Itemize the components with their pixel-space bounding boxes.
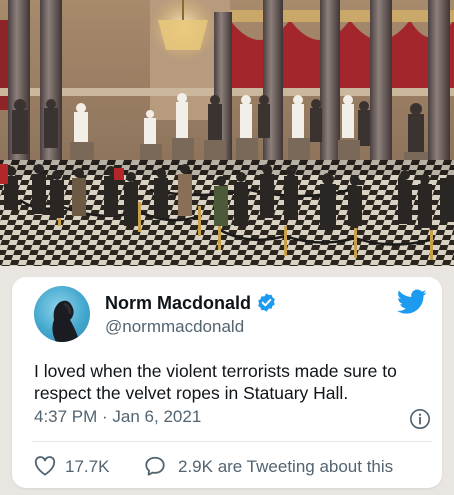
tweet-timestamp[interactable]: 4:37 PM · Jan 6, 2021 — [34, 407, 201, 427]
twitter-bird-icon[interactable] — [397, 289, 427, 315]
info-icon[interactable] — [409, 408, 431, 430]
tweet-text: I loved when the violent terrorists made… — [34, 361, 397, 403]
tweet-card[interactable]: Norm Macdonald @normmacdonald I loved wh… — [12, 277, 442, 488]
divider — [32, 441, 432, 442]
handle[interactable]: @normmacdonald — [105, 317, 244, 337]
tweeting-about-count[interactable]: 2.9K are Tweeting about this — [178, 457, 393, 477]
speech-bubble-icon[interactable] — [144, 455, 166, 477]
avatar-portrait — [52, 300, 80, 342]
statuary-hall-photo — [0, 0, 454, 266]
verified-badge-icon — [258, 293, 275, 312]
like-count[interactable]: 17.7K — [65, 457, 109, 477]
display-name[interactable]: Norm Macdonald — [105, 293, 251, 314]
heart-icon[interactable] — [34, 456, 56, 476]
avatar[interactable] — [34, 286, 90, 342]
